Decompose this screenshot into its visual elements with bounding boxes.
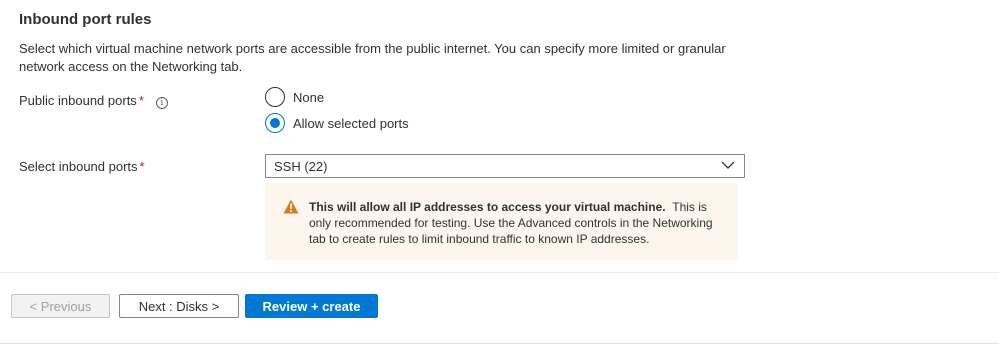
previous-button[interactable]: < Previous	[11, 294, 110, 318]
public-inbound-ports-label: Public inbound ports * i	[19, 93, 168, 109]
warning-message: This will allow all IP addresses to acce…	[265, 183, 738, 260]
bottom-divider	[0, 343, 999, 344]
radio-allow-selected-ports-button[interactable]	[265, 113, 285, 133]
required-mark: *	[139, 159, 145, 174]
inbound-ports-dropdown-value: SSH (22)	[274, 159, 328, 174]
next-disks-button[interactable]: Next : Disks >	[119, 294, 239, 318]
radio-none-button[interactable]	[265, 87, 285, 107]
warning-icon	[283, 199, 299, 214]
warning-bold-text: This will allow all IP addresses to acce…	[309, 200, 666, 214]
review-create-button[interactable]: Review + create	[245, 294, 378, 318]
chevron-down-icon	[721, 161, 735, 169]
radio-none-label: None	[293, 89, 325, 105]
inbound-ports-dropdown[interactable]: SSH (22)	[265, 154, 745, 178]
radio-allow-selected-ports-label: Allow selected ports	[293, 115, 409, 131]
public-inbound-ports-label-text: Public inbound ports	[19, 93, 137, 108]
select-inbound-ports-label-text: Select inbound ports	[19, 159, 138, 174]
info-icon[interactable]: i	[155, 97, 168, 109]
radio-allow-selected-ports[interactable]: Allow selected ports	[265, 113, 409, 133]
section-description: Select which virtual machine network por…	[19, 41, 726, 74]
required-mark: *	[138, 93, 144, 108]
section-title: Inbound port rules	[19, 11, 152, 28]
footer-divider	[0, 272, 999, 273]
select-inbound-ports-label: Select inbound ports *	[19, 159, 145, 174]
radio-none[interactable]: None	[265, 87, 324, 107]
